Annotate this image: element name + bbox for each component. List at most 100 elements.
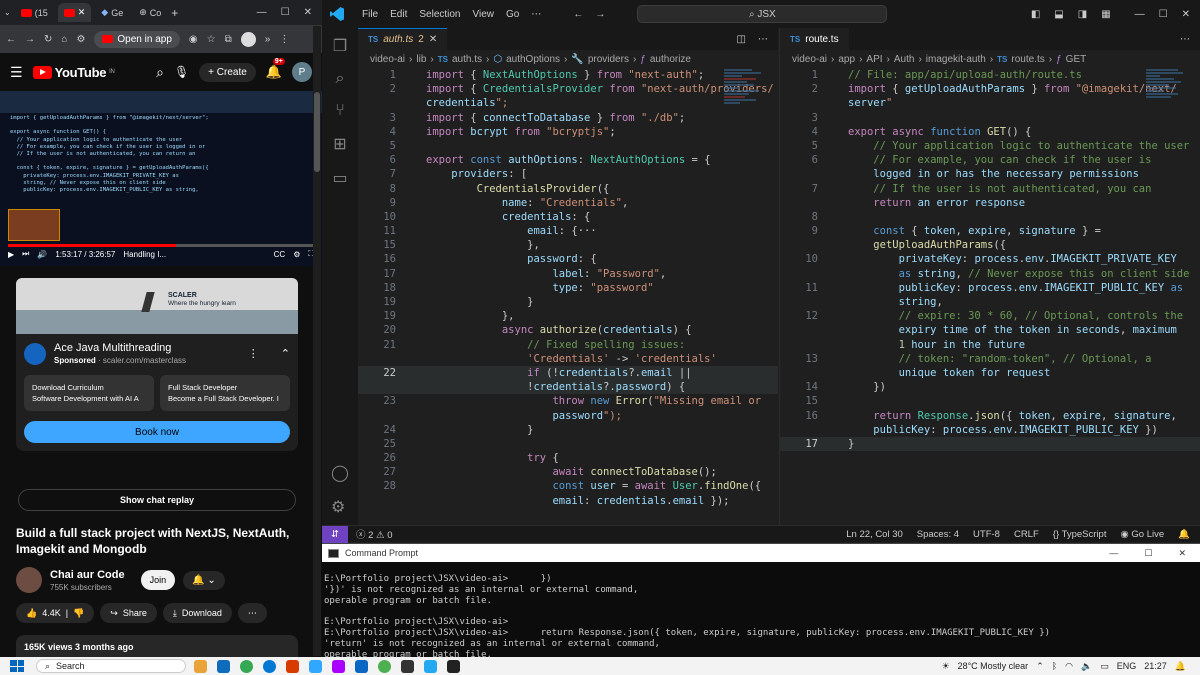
volume-icon[interactable]: 🔊 (37, 250, 47, 259)
minimize-icon[interactable]: — (1109, 548, 1118, 559)
minimap-right[interactable] (1146, 68, 1192, 158)
notifications-bell-icon[interactable]: 🔔 (1178, 529, 1190, 540)
code-line[interactable]: expiry time of the token in seconds, max… (780, 323, 1200, 337)
toggle-sidebar-icon[interactable]: ◧ (1031, 9, 1040, 20)
share-button[interactable]: ↪ Share (100, 603, 157, 623)
start-button-icon[interactable] (10, 660, 24, 672)
account-icon[interactable]: ◯ (331, 463, 349, 483)
search-icon[interactable]: ⌕ (336, 70, 345, 88)
file-explorer-icon[interactable] (194, 659, 207, 673)
code-line[interactable]: 14 }) (780, 380, 1200, 394)
search-icon[interactable]: ⌕ (156, 64, 164, 81)
code-line[interactable]: 4 export async function GET() { (780, 125, 1200, 139)
menu-more-icon[interactable]: ⋯ (531, 9, 541, 20)
bluetooth-icon[interactable]: ᛒ (1052, 661, 1057, 671)
encoding-status[interactable]: UTF-8 (973, 529, 1000, 540)
photoshop-icon[interactable] (309, 659, 322, 673)
store-icon[interactable] (217, 659, 230, 673)
tab-auth-ts[interactable]: TS auth.ts 2 ✕ (358, 28, 448, 50)
minimize-icon[interactable]: — (1135, 9, 1145, 20)
nav-forward-icon[interactable]: → (595, 9, 605, 20)
code-line[interactable]: 2 import { getUploadAuthParams } from "@i… (780, 82, 1200, 96)
menu-edit[interactable]: Edit (390, 9, 407, 20)
ad-title[interactable]: Ace Java Multithreading (54, 342, 186, 354)
join-button[interactable]: Join (140, 570, 176, 590)
code-line[interactable]: 15 }, (358, 238, 778, 252)
code-line[interactable]: !credentials?.password) { (358, 380, 778, 395)
code-line[interactable]: 3 import { connectToDatabase } from "./db… (358, 111, 778, 125)
back-icon[interactable]: ← (6, 34, 16, 45)
layout-icon[interactable]: ▦ (1101, 9, 1110, 20)
split-editor-icon[interactable]: ◫ (737, 34, 746, 45)
code-line[interactable]: 7 // If the user is not authenticated, y… (780, 182, 1200, 196)
go-live-button[interactable]: ◉ Go Live (1120, 529, 1164, 540)
code-line[interactable]: 11 email: {··· (358, 224, 778, 238)
extensions-icon[interactable]: ⧉ (225, 34, 232, 45)
code-line[interactable]: 9 name: "Credentials", (358, 196, 778, 210)
code-line[interactable]: 23 throw new Error("Missing email or (358, 394, 778, 408)
office-icon[interactable] (286, 659, 299, 673)
nav-back-icon[interactable]: ← (573, 9, 583, 20)
browser-scrollbar[interactable] (313, 26, 321, 656)
code-line[interactable]: 6 // For example, you can check if the u… (780, 153, 1200, 167)
code-line[interactable]: 13 // token: "random-token", // Optional… (780, 352, 1200, 366)
subscription-bell-icon[interactable]: 🔔 ⌄ (183, 570, 225, 590)
code-line[interactable]: 16 password: { (358, 252, 778, 266)
cursor-position[interactable]: Ln 22, Col 30 (846, 529, 903, 540)
code-line[interactable]: unique token for request (780, 366, 1200, 380)
remote-explorer-icon[interactable]: ▭ (332, 168, 347, 188)
manage-gear-icon[interactable]: ⚙ (331, 497, 349, 517)
maximize-icon[interactable]: ☐ (1159, 9, 1168, 20)
code-line[interactable]: 20 async authorize(credentials) { (358, 323, 778, 337)
code-line[interactable]: 1 import { NextAuthOptions } from "next-a… (358, 68, 778, 82)
home-icon[interactable]: ⌂ (61, 34, 67, 45)
tab-search-icon[interactable]: ⌄ (4, 8, 11, 17)
ad-card-curriculum[interactable]: Download Curriculum Software Development … (24, 375, 154, 411)
code-line[interactable]: 17 label: "Password", (358, 267, 778, 281)
code-line[interactable]: 11 publicKey: process.env.IMAGEKIT_PUBLI… (780, 281, 1200, 295)
code-line[interactable]: 19 }, (358, 309, 778, 323)
code-line[interactable]: 6 export const authOptions: NextAuthOptio… (358, 153, 778, 167)
code-line[interactable]: 2 import { CredentialsProvider from "next… (358, 82, 778, 96)
video-progress-bar[interactable] (8, 244, 314, 247)
video-player[interactable]: import { getUploadAuthParams } from "@im… (0, 91, 322, 266)
command-center-search[interactable]: ⌕ JSX (637, 5, 888, 23)
youtube-logo[interactable]: YouTube IN (32, 65, 115, 80)
browser-tab-other[interactable]: ⊕ Co (133, 3, 167, 22)
menu-view[interactable]: View (473, 9, 495, 20)
ad-menu-icon[interactable]: ⋮ (248, 347, 259, 360)
code-line[interactable]: 5 // Your application logic to authentic… (780, 139, 1200, 153)
browser-tab-youtube-1[interactable]: (15 (15, 3, 54, 22)
code-line[interactable]: 16 return Response.json({ token, expire,… (780, 409, 1200, 423)
ad-banner[interactable]: SCALER Where the hungry learn (16, 278, 298, 334)
code-line[interactable]: 15 (780, 394, 1200, 408)
menu-selection[interactable]: Selection (419, 9, 460, 20)
code-line[interactable]: 12 // expire: 30 * 60, // Optional, cont… (780, 309, 1200, 323)
code-line[interactable]: 10 privateKey: process.env.IMAGEKIT_PRIV… (780, 252, 1200, 266)
code-line[interactable]: 7 providers: [ (358, 167, 778, 181)
chrome-icon[interactable] (240, 659, 253, 673)
code-line[interactable]: 8 (780, 210, 1200, 224)
account-avatar[interactable]: P (292, 62, 312, 82)
forward-icon[interactable]: → (25, 34, 35, 45)
bookmark-star-icon[interactable]: ☆ (207, 34, 216, 45)
code-line[interactable]: getUploadAuthParams({ (780, 238, 1200, 252)
code-line[interactable]: logged in or has the necessary permissio… (780, 167, 1200, 181)
vscode-taskbar-icon[interactable] (424, 659, 437, 673)
book-now-button[interactable]: Book now (24, 421, 290, 443)
explorer-icon[interactable]: ❐ (333, 36, 347, 56)
browser-tab-gemini[interactable]: ◆ Ge (95, 3, 129, 22)
close-window-icon[interactable]: ✕ (304, 7, 312, 18)
channel-name[interactable]: Chai aur Code (50, 569, 125, 581)
settings-gear-icon[interactable]: ⚙ (293, 250, 300, 259)
hide-icon[interactable]: ◉ (189, 34, 198, 45)
code-line[interactable]: 10 credentials: { (358, 210, 778, 224)
hamburger-icon[interactable]: ☰ (10, 64, 23, 81)
download-button[interactable]: ⤓ Download (162, 603, 232, 623)
menu-file[interactable]: File (362, 9, 378, 20)
captions-icon[interactable]: CC (274, 250, 286, 259)
code-line[interactable]: 1 hour in the future (780, 338, 1200, 352)
close-window-icon[interactable]: ✕ (1182, 9, 1190, 20)
remote-indicator-icon[interactable]: ⇵ (322, 525, 348, 543)
code-line[interactable]: 'Credentials' -> 'credentials' (358, 352, 778, 366)
